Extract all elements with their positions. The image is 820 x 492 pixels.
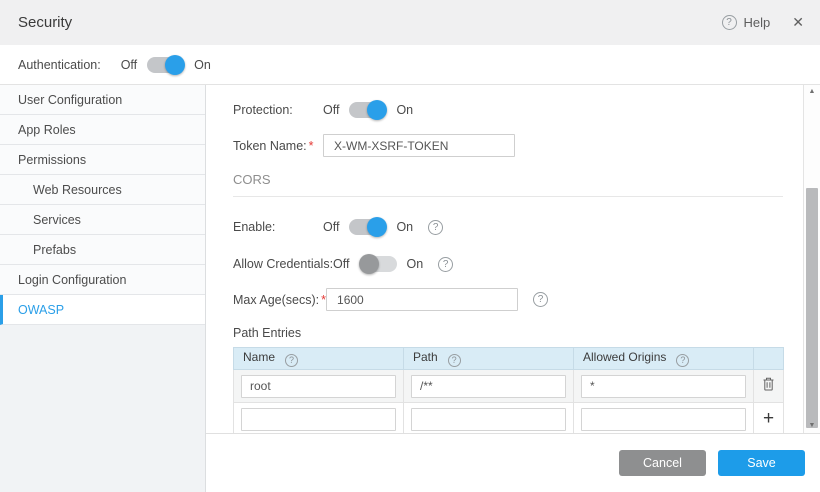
- help-icon[interactable]: ?: [722, 15, 737, 30]
- protection-toggle[interactable]: [349, 102, 386, 118]
- path-help-icon[interactable]: ?: [448, 354, 461, 367]
- enable-help-icon[interactable]: ?: [428, 220, 443, 235]
- column-header-label: Path: [413, 350, 438, 364]
- sidebar-item-permissions[interactable]: Permissions: [0, 145, 205, 175]
- sidebar-item-login-configuration[interactable]: Login Configuration: [0, 265, 205, 295]
- row1-name-input[interactable]: [241, 375, 396, 398]
- column-header-actions: [754, 348, 784, 370]
- table-row: +: [234, 403, 784, 434]
- path-entries-table: Name? Path? Allowed Origins?: [233, 347, 784, 433]
- dialog-footer: Cancel Save: [206, 433, 820, 492]
- row2-name-input[interactable]: [241, 408, 396, 431]
- sidebar-item-web-resources[interactable]: Web Resources: [0, 175, 205, 205]
- dialog-header: Security ? Help ✕: [0, 0, 820, 45]
- row1-path-input[interactable]: [411, 375, 566, 398]
- enable-label: Enable:: [233, 220, 323, 234]
- delete-row-button[interactable]: [762, 377, 775, 391]
- sidebar: User Configuration App Roles Permissions…: [0, 85, 206, 492]
- save-button[interactable]: Save: [718, 450, 805, 476]
- sidebar-item-app-roles[interactable]: App Roles: [0, 115, 205, 145]
- column-header-label: Name: [243, 350, 275, 364]
- token-name-input[interactable]: [323, 134, 515, 157]
- row1-origins-input[interactable]: [581, 375, 746, 398]
- scroll-up-arrow-icon[interactable]: ▲: [804, 87, 820, 97]
- toggle-knob: [367, 217, 387, 237]
- allow-credentials-help-icon[interactable]: ?: [438, 257, 453, 272]
- authentication-on-label: On: [194, 58, 211, 72]
- trash-icon: [762, 377, 775, 391]
- protection-toggle-group: Off On: [323, 102, 413, 118]
- sidebar-item-label: OWASP: [18, 303, 64, 317]
- max-age-label: Max Age(secs):*: [233, 293, 326, 307]
- required-asterisk: *: [309, 139, 314, 153]
- authentication-bar: Authentication: Off On: [0, 45, 820, 85]
- protection-on-label: On: [396, 103, 413, 117]
- sidebar-item-label: Services: [33, 213, 81, 227]
- sidebar-item-label: User Configuration: [18, 93, 122, 107]
- help-link[interactable]: Help: [744, 15, 771, 30]
- max-age-input[interactable]: [326, 288, 518, 311]
- allow-credentials-off-label: Off: [333, 257, 349, 271]
- table-row: [234, 370, 784, 403]
- vertical-scrollbar[interactable]: ▲ ▼: [803, 85, 820, 433]
- row2-path-input[interactable]: [411, 408, 566, 431]
- toggle-knob: [165, 55, 185, 75]
- scrollbar-thumb[interactable]: [806, 188, 818, 428]
- owasp-settings-panel: Protection: Off On Token Name:* CORS: [206, 85, 803, 433]
- plus-icon: +: [763, 408, 774, 429]
- sidebar-item-user-configuration[interactable]: User Configuration: [0, 85, 205, 115]
- token-name-label: Token Name:*: [233, 139, 323, 153]
- allowed-origins-help-icon[interactable]: ?: [676, 354, 689, 367]
- allow-credentials-on-label: On: [407, 257, 424, 271]
- allow-credentials-toggle-group: Off On: [333, 256, 423, 272]
- row2-origins-input[interactable]: [581, 408, 746, 431]
- token-name-label-text: Token Name:: [233, 139, 307, 153]
- column-header-label: Allowed Origins: [583, 350, 666, 364]
- allow-credentials-toggle[interactable]: [360, 256, 397, 272]
- sidebar-item-label: Login Configuration: [18, 273, 126, 287]
- cors-section-heading: CORS: [233, 172, 783, 197]
- add-row-button[interactable]: +: [763, 409, 774, 428]
- max-age-help-icon[interactable]: ?: [533, 292, 548, 307]
- column-header-allowed-origins: Allowed Origins?: [574, 348, 754, 370]
- authentication-off-label: Off: [121, 58, 137, 72]
- security-dialog: Security ? Help ✕ Authentication: Off On…: [0, 0, 820, 492]
- toggle-knob: [359, 254, 379, 274]
- sidebar-item-prefabs[interactable]: Prefabs: [0, 235, 205, 265]
- cancel-button[interactable]: Cancel: [619, 450, 706, 476]
- sidebar-item-label: Web Resources: [33, 183, 122, 197]
- enable-off-label: Off: [323, 220, 339, 234]
- sidebar-item-label: App Roles: [18, 123, 76, 137]
- allow-credentials-label: Allow Credentials:: [233, 257, 333, 271]
- sidebar-item-label: Prefabs: [33, 243, 76, 257]
- sidebar-item-owasp[interactable]: OWASP: [0, 295, 205, 325]
- column-header-path: Path?: [404, 348, 574, 370]
- sidebar-item-label: Permissions: [18, 153, 86, 167]
- authentication-toggle-group: Off On: [121, 57, 211, 73]
- enable-toggle-group: Off On: [323, 219, 413, 235]
- page-title: Security: [18, 14, 72, 31]
- close-icon[interactable]: ✕: [792, 14, 804, 31]
- authentication-label: Authentication:: [18, 58, 101, 72]
- column-header-name: Name?: [234, 348, 404, 370]
- path-entries-label: Path Entries: [233, 326, 785, 340]
- protection-label: Protection:: [233, 103, 323, 117]
- authentication-toggle[interactable]: [147, 57, 184, 73]
- name-help-icon[interactable]: ?: [285, 354, 298, 367]
- scroll-down-arrow-icon[interactable]: ▼: [804, 421, 820, 431]
- header-actions: ? Help ✕: [722, 14, 804, 31]
- toggle-knob: [367, 100, 387, 120]
- sidebar-item-services[interactable]: Services: [0, 205, 205, 235]
- protection-off-label: Off: [323, 103, 339, 117]
- enable-on-label: On: [396, 220, 413, 234]
- enable-toggle[interactable]: [349, 219, 386, 235]
- max-age-label-text: Max Age(secs):: [233, 293, 319, 307]
- table-header-row: Name? Path? Allowed Origins?: [234, 348, 784, 370]
